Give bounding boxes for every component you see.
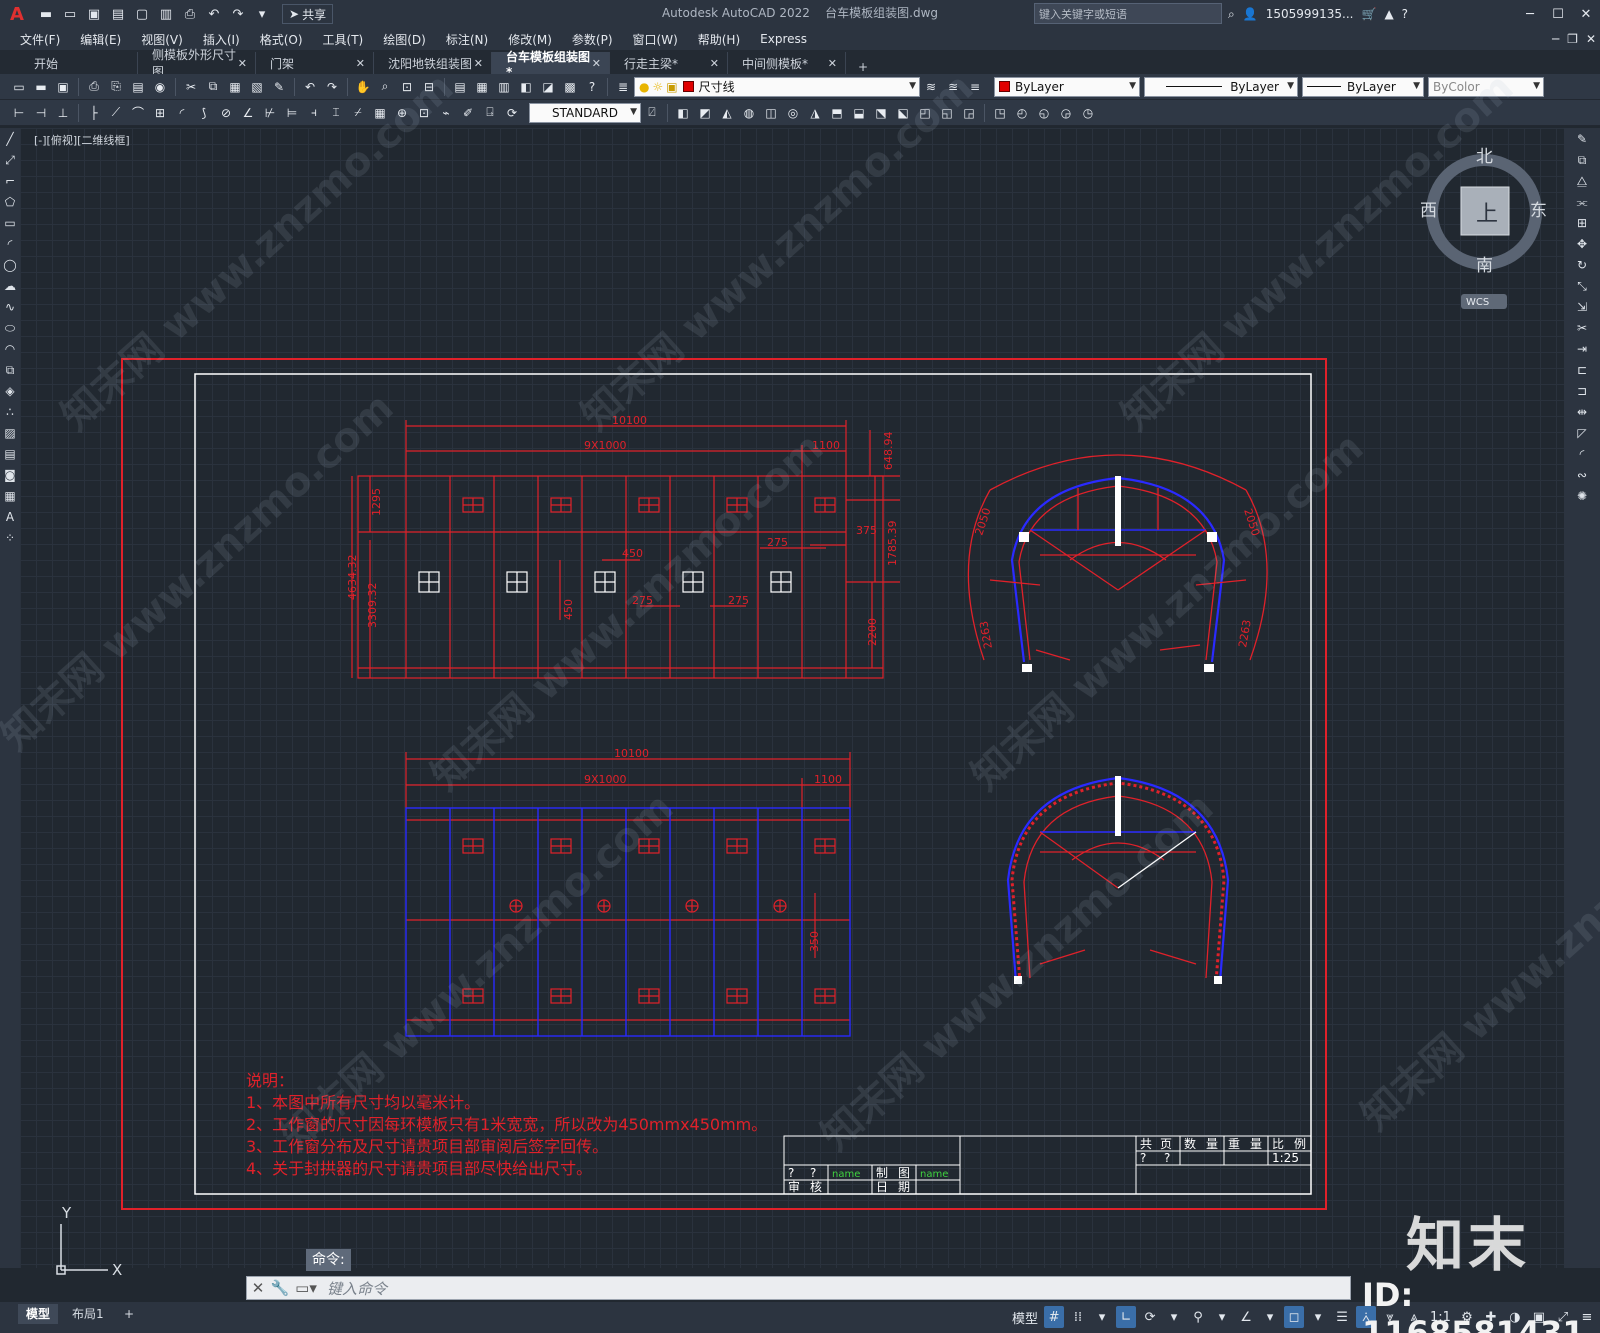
bottom-dimension-text: 10100 9X1000 1100 350 [584,747,842,952]
watermark-brand: 知末 [1406,1211,1531,1279]
tb-text: ? [810,1166,816,1180]
note-4: 4、关于封拱器的尺寸请贵项目部尽快给出尺寸。 [246,1159,592,1178]
tunnel-section-lower [1006,776,1230,984]
dim-2050-left: 2050 [972,506,993,537]
customize-icon[interactable]: 🔧 [269,1279,291,1297]
tb-text: 图 [898,1166,910,1180]
dim-h-right: 648.94 [882,432,895,471]
command-history-label: 命令: [306,1249,351,1271]
tb-name: name [920,1169,948,1180]
ucs-x-label: X [112,1261,122,1279]
dim-end: 1100 [814,773,842,786]
chevron-down-icon[interactable]: ▾ [1092,1306,1112,1328]
autocad-window: { "app": { "logo": "A", "title": "Autode… [0,0,1600,1333]
dim-450: 450 [622,547,643,560]
tb-text: 比 [1272,1137,1284,1151]
viewcube-top-label[interactable]: 上 [1476,202,1498,227]
tb-text: 制 [876,1166,888,1180]
ucs-icon [56,1224,108,1275]
dim-275b: 275 [632,594,653,607]
tb-text: 共 [1140,1137,1152,1151]
top-dimension-text: 10100 9X1000 1100 648.94 1785.39 2200 46… [346,414,899,646]
compass-east[interactable]: 东 [1530,201,1547,221]
dim-450v: 450 [562,599,575,620]
tb-text: 数 [1184,1136,1196,1151]
snap-icon[interactable]: ⁞⁞ [1068,1306,1088,1328]
tb-text: 量 [1206,1137,1218,1151]
ucs-y-label: Y [61,1204,72,1222]
tb-text: 核 [810,1180,822,1194]
model-space-toggle[interactable]: 模型 [1010,1306,1040,1328]
osnap-icon[interactable]: ◻ [1284,1306,1305,1328]
notes: 说明： 1、本图中所有尺寸均以毫米计。 2、工作窗的尺寸因每环模板只有1米宽宽，… [246,1071,767,1178]
inner-frame [194,373,1312,1195]
dim-h-mid: 1785.39 [886,521,899,567]
tb-text: 审 [788,1179,800,1194]
chevron-down-icon[interactable]: ▾ [1308,1306,1328,1328]
grid-icon[interactable]: # [1044,1306,1065,1328]
wcs-label: WCS [1466,297,1489,308]
tb-scale: 1:25 [1272,1151,1299,1165]
dim-h-total1: 4634.32 [346,555,359,601]
tb-text: 量 [1250,1137,1262,1151]
compass-west[interactable]: 西 [1420,201,1437,221]
tb-text: ? [788,1166,794,1180]
dim-span: 9X1000 [584,773,627,786]
dim-overall: 10100 [614,747,649,760]
ortho-icon[interactable]: ∟ [1116,1306,1137,1328]
note-3: 3、工作窗分布及尺寸请贵项目部审阅后签字回传。 [246,1137,608,1156]
note-1: 1、本图中所有尺寸均以毫米计。 [246,1093,480,1112]
chevron-down-icon[interactable]: ▾ [1260,1306,1280,1328]
tb-text: 日 [876,1180,888,1194]
compass-south[interactable]: 南 [1476,256,1493,276]
tb-text: ? [1164,1151,1170,1165]
drawing-canvas: 10100 9X1000 1100 648.94 1785.39 2200 46… [56,147,1547,1279]
tb-text: 重 [1228,1137,1240,1151]
lineweight-icon[interactable]: ☰ [1332,1306,1352,1328]
tb-text: 例 [1294,1137,1306,1151]
compass-north[interactable]: 北 [1476,147,1493,167]
tab-layout1[interactable]: 布局1 [64,1304,112,1324]
tb-text: ? [1140,1151,1146,1165]
dim-end: 1100 [812,439,840,452]
chevron-down-icon[interactable]: ▾ [1164,1306,1184,1328]
watermark-id: ID: 1168581431 [1362,1276,1585,1333]
dim-h-top: 1295 [370,488,383,516]
tb-text: 期 [898,1180,910,1194]
dim-h-low: 2200 [866,618,879,646]
object-tracking-icon[interactable]: ∠ [1236,1306,1256,1328]
chevron-down-icon[interactable]: ▾ [1212,1306,1232,1328]
dim-span: 9X1000 [584,439,627,452]
polar-icon[interactable]: ⟳ [1140,1306,1160,1328]
close-command-icon[interactable]: ✕ [247,1279,269,1297]
dim-350: 350 [808,931,821,952]
notes-title: 说明： [246,1071,294,1090]
add-layout-button[interactable]: + [116,1304,142,1324]
tunnel-section-upper [967,454,1268,672]
isodraft-icon[interactable]: ⚲ [1188,1306,1208,1328]
dim-overall: 10100 [612,414,647,427]
plan-view-bottom [405,752,851,1037]
dim-2263-right: 2263 [1236,619,1254,649]
dim-h-total2: 3309.32 [366,583,379,629]
dim-275a: 275 [767,536,788,549]
dim-375: 375 [856,524,877,537]
dim-2050-right: 2050 [1241,507,1262,538]
viewcube[interactable]: 上 北 南 东 西 WCS [1420,147,1547,309]
command-input[interactable]: ✕ 🔧 ▭▾ 键入命令 [246,1276,1351,1300]
tab-model[interactable]: 模型 [18,1304,59,1324]
tb-text: 页 [1160,1137,1172,1151]
recent-commands-icon[interactable]: ▭▾ [291,1279,321,1297]
command-placeholder: 键入命令 [327,1279,388,1298]
note-2: 2、工作窗的尺寸因每环模板只有1米宽宽，所以改为450mmx450mm。 [246,1115,767,1134]
tb-name: name [832,1169,860,1180]
dim-275c: 275 [728,594,749,607]
